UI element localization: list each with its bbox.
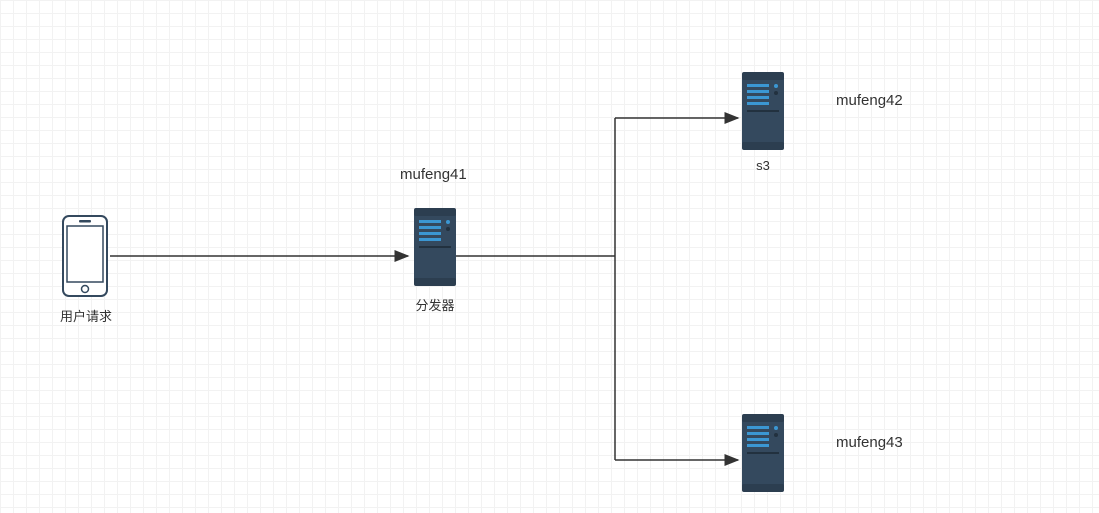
server-icon xyxy=(414,208,456,286)
server-a-title: mufeng42 xyxy=(836,92,926,109)
client-caption: 用户请求 xyxy=(56,306,116,325)
connections-layer xyxy=(0,0,1099,513)
server-icon xyxy=(742,414,784,492)
diagram-canvas: 用户请求 mufeng41 分发器 mufeng42 xyxy=(0,0,1099,513)
server-icon xyxy=(742,72,784,150)
node-server-a xyxy=(742,72,784,155)
dispatcher-title: mufeng41 xyxy=(400,166,480,183)
dispatcher-caption: 分发器 xyxy=(414,295,456,314)
server-b-title: mufeng43 xyxy=(836,434,926,451)
server-a-caption: s3 xyxy=(742,158,784,173)
node-dispatcher xyxy=(414,208,456,291)
node-server-b xyxy=(742,414,784,497)
smartphone-icon xyxy=(62,215,108,297)
node-client xyxy=(62,215,108,302)
